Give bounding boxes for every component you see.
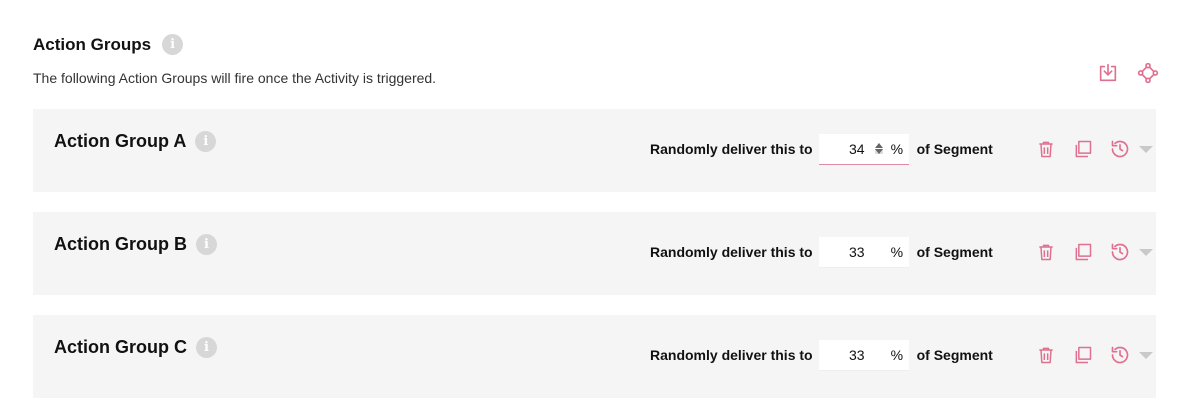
chevron-down-icon[interactable] — [1139, 351, 1153, 359]
action-group-card: Action Group C i Randomly deliver this t… — [33, 315, 1156, 398]
deliver-control: Randomly deliver this to 33 % of Segment — [650, 236, 993, 268]
info-icon[interactable]: i — [196, 234, 217, 255]
delete-icon[interactable] — [1034, 343, 1058, 367]
percent-sign: % — [890, 243, 904, 260]
group-actions — [1034, 343, 1153, 367]
info-icon[interactable]: i — [162, 34, 184, 55]
deliver-control: Randomly deliver this to 34 % of Segment — [650, 133, 993, 165]
group-actions — [1034, 240, 1153, 264]
history-icon[interactable] — [1108, 343, 1132, 367]
action-group-card: Action Group B i Randomly deliver this t… — [33, 212, 1156, 295]
deliver-label: Randomly deliver this to — [650, 244, 813, 260]
page-subtitle: The following Action Groups will fire on… — [33, 70, 437, 86]
chevron-down-icon[interactable] — [1139, 248, 1153, 256]
percent-field[interactable]: 34 % — [818, 133, 909, 165]
action-group-name: Action Group C — [54, 337, 187, 357]
percent-sign: % — [890, 346, 904, 363]
page-title: Action Groups — [33, 34, 152, 54]
segment-label: of Segment — [916, 244, 993, 260]
flow-icon[interactable] — [1136, 61, 1160, 85]
header: Action Groups i — [33, 34, 184, 55]
stepper-down-icon[interactable] — [874, 149, 883, 154]
delete-icon[interactable] — [1034, 240, 1058, 264]
deliver-control: Randomly deliver this to 33 % of Segment — [650, 339, 993, 371]
header-actions — [1096, 61, 1160, 85]
download-icon[interactable] — [1096, 61, 1120, 85]
duplicate-icon[interactable] — [1071, 343, 1095, 367]
percent-field[interactable]: 33 % — [818, 236, 909, 268]
info-icon[interactable]: i — [195, 131, 217, 152]
chevron-down-icon[interactable] — [1139, 145, 1153, 153]
segment-label: of Segment — [916, 141, 993, 157]
percent-input[interactable]: 33 — [819, 347, 865, 363]
action-group-name: Action Group B — [54, 234, 187, 254]
group-actions — [1034, 137, 1153, 161]
percent-field[interactable]: 33 % — [818, 339, 909, 371]
segment-label: of Segment — [916, 347, 993, 363]
deliver-label: Randomly deliver this to — [650, 347, 813, 363]
percent-stepper[interactable] — [873, 140, 885, 158]
deliver-label: Randomly deliver this to — [650, 141, 813, 157]
percent-sign: % — [890, 140, 904, 157]
percent-input[interactable]: 34 — [819, 141, 865, 157]
duplicate-icon[interactable] — [1071, 240, 1095, 264]
duplicate-icon[interactable] — [1071, 137, 1095, 161]
action-group-name: Action Group A — [54, 131, 187, 151]
stepper-up-icon[interactable] — [874, 143, 883, 148]
delete-icon[interactable] — [1034, 137, 1058, 161]
history-icon[interactable] — [1108, 240, 1132, 264]
info-icon[interactable]: i — [196, 337, 217, 358]
percent-input[interactable]: 33 — [819, 244, 865, 260]
action-group-card: Action Group A i Randomly deliver this t… — [33, 109, 1156, 192]
history-icon[interactable] — [1108, 137, 1132, 161]
